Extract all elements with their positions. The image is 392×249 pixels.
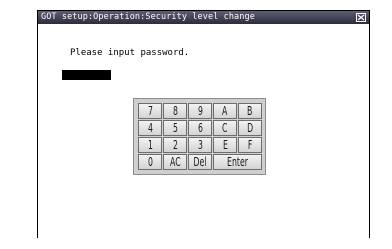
key-c[interactable]: C (213, 120, 237, 136)
key-5[interactable]: 5 (163, 120, 187, 136)
all-clear-key[interactable]: AC (163, 154, 187, 170)
key-8[interactable]: 8 (163, 103, 187, 119)
close-icon (357, 14, 365, 21)
key-4[interactable]: 4 (138, 120, 162, 136)
security-level-window: GOT setup:Operation:Security level chang… (38, 11, 369, 238)
title-bar: GOT setup:Operation:Security level chang… (38, 11, 369, 24)
enter-key[interactable]: Enter (213, 154, 262, 170)
key-a[interactable]: A (213, 103, 237, 119)
key-d[interactable]: D (238, 120, 262, 136)
key-2[interactable]: 2 (163, 137, 187, 153)
close-button[interactable] (356, 13, 366, 22)
key-0[interactable]: 0 (138, 154, 162, 170)
window-title: GOT setup:Operation:Security level chang… (41, 12, 255, 22)
key-6[interactable]: 6 (188, 120, 212, 136)
password-input[interactable] (62, 70, 111, 80)
window-frame-right (369, 10, 370, 238)
key-e[interactable]: E (213, 137, 237, 153)
key-1[interactable]: 1 (138, 137, 162, 153)
key-9[interactable]: 9 (188, 103, 212, 119)
key-f[interactable]: F (238, 137, 262, 153)
delete-key[interactable]: Del (188, 154, 212, 170)
password-prompt: Please input password. (70, 48, 190, 58)
key-3[interactable]: 3 (188, 137, 212, 153)
key-7[interactable]: 7 (138, 103, 162, 119)
key-b[interactable]: B (238, 103, 262, 119)
keypad: 7 8 9 A B 4 5 6 C D 1 2 3 E F 0 AC Del E… (133, 98, 266, 175)
